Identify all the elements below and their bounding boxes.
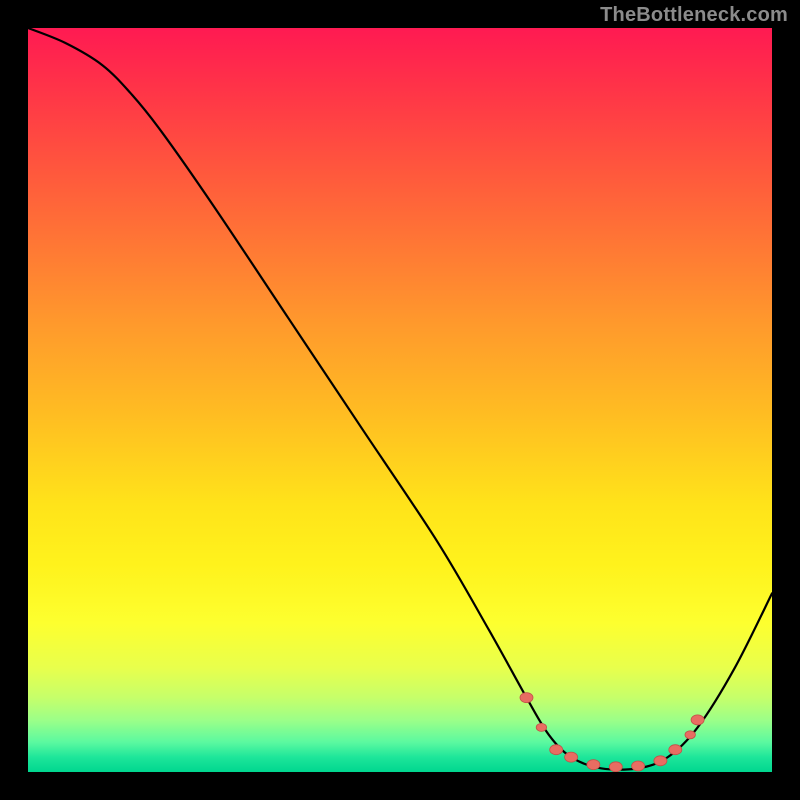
- data-marker: [520, 693, 533, 703]
- data-marker: [632, 761, 645, 771]
- data-marker: [669, 745, 682, 755]
- data-marker: [654, 756, 667, 766]
- data-marker: [587, 760, 600, 770]
- data-marker: [691, 715, 704, 725]
- data-marker: [565, 752, 578, 762]
- data-marker: [685, 731, 695, 739]
- bottleneck-curve: [28, 28, 772, 770]
- attribution-text: TheBottleneck.com: [600, 4, 788, 27]
- plot-area: [28, 28, 772, 772]
- data-marker: [536, 723, 546, 731]
- data-marker: [609, 762, 622, 772]
- chart-frame: TheBottleneck.com: [0, 0, 800, 800]
- curve-layer: [28, 28, 772, 772]
- data-marker: [550, 745, 563, 755]
